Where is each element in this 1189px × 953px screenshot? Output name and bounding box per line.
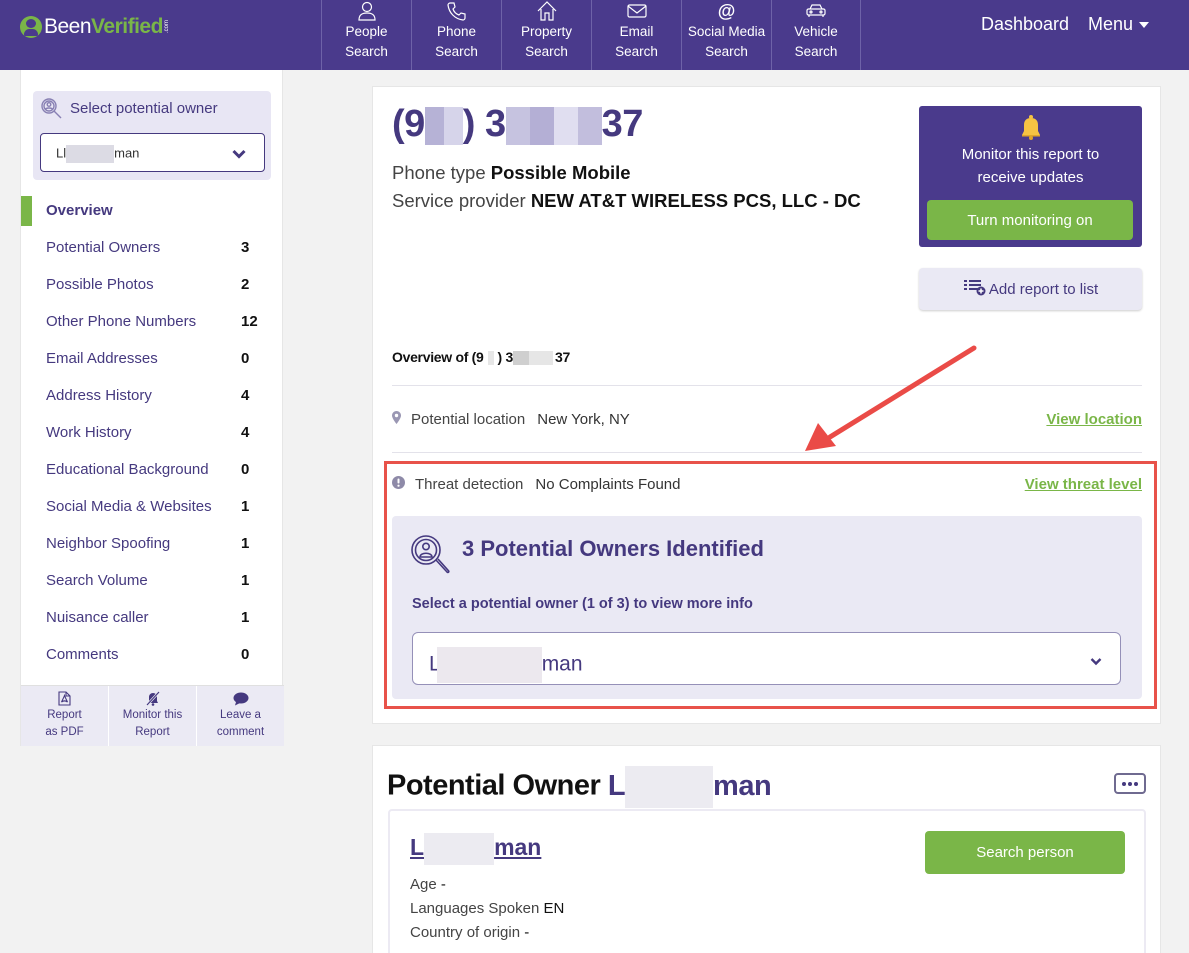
owner-name-link[interactable]: Lman	[410, 833, 541, 865]
sidebar-item-email-addresses[interactable]: Email Addresses 0	[21, 340, 284, 377]
add-report-to-list-button[interactable]: Add report to list	[919, 268, 1142, 310]
threat-detection-row: Threat detection No Complaints Found Vie…	[392, 472, 1142, 496]
sidebar-item-potential-owners[interactable]: Potential Owners 3	[21, 229, 284, 266]
chevron-down-icon	[1090, 653, 1102, 671]
bell-icon	[919, 113, 1142, 143]
at-sign-icon: @	[717, 1, 736, 21]
divider	[392, 452, 1142, 453]
service-provider: Service provider NEW AT&T WIRELESS PCS, …	[392, 190, 861, 211]
nav-social-media-search[interactable]: @ Social Media Search	[681, 0, 771, 70]
sidebar-item-overview[interactable]: Overview	[21, 192, 284, 229]
comment-icon	[197, 690, 284, 707]
report-as-pdf-button[interactable]: Report as PDF	[21, 686, 109, 746]
beenverified-logo[interactable]: Been Verified .com	[20, 14, 170, 40]
leave-comment-button[interactable]: Leave a comment	[197, 686, 284, 746]
redacted-digits-block	[487, 351, 494, 366]
menu-label: Menu	[1088, 14, 1134, 34]
map-pin-icon	[392, 410, 401, 428]
sidebar-item-social-media[interactable]: Social Media & Websites 1	[21, 488, 284, 525]
potential-location-row: Potential location New York, NY View loc…	[392, 407, 1142, 431]
owner-select-title: Select potential owner	[70, 100, 218, 117]
sidebar-item-search-volume[interactable]: Search Volume 1	[21, 562, 284, 599]
report-sidebar: Select potential owner Ll man Overview Po…	[20, 70, 284, 746]
redacted-name-block	[424, 833, 495, 865]
phone-icon	[446, 0, 468, 22]
person-icon	[356, 0, 378, 22]
sidebar-item-neighbor-spoofing[interactable]: Neighbor Spoofing 1	[21, 525, 284, 562]
redacted-digits-block	[512, 351, 553, 366]
ellipsis-dot	[1128, 781, 1132, 786]
redacted-digits-block	[424, 106, 463, 145]
potential-owners-panel: 3 Potential Owners Identified Select a p…	[392, 516, 1142, 699]
search-person-button[interactable]: Search person	[925, 831, 1125, 874]
report-section-list: Overview Potential Owners 3 Possible Phot…	[21, 192, 284, 673]
nav-vehicle-search[interactable]: Vehicle Search	[771, 0, 861, 70]
sidebar-owner-value: Ll man	[56, 145, 139, 163]
sidebar-item-work-history[interactable]: Work History 4	[21, 414, 284, 451]
phone-report-card: (9) 3 37 Phone type Possible Mobile Servi…	[372, 86, 1161, 724]
monitor-report-button[interactable]: Monitor this Report	[109, 686, 197, 746]
dashboard-link[interactable]: Dashboard	[981, 14, 1069, 35]
potential-owner-value: Lman	[429, 647, 583, 683]
ellipsis-dot	[1122, 781, 1126, 786]
sidebar-item-educational-background[interactable]: Educational Background 0	[21, 451, 284, 488]
top-navigation-bar: Been Verified .com People Search Phone S…	[0, 0, 1189, 70]
redacted-name-block	[436, 647, 542, 683]
divider	[392, 385, 1142, 386]
potential-owner-heading: Potential Owner Lman	[387, 766, 772, 808]
more-options-button[interactable]	[1114, 773, 1146, 794]
owner-age: Age -	[410, 876, 446, 893]
redacted-digits-block	[505, 106, 602, 145]
bell-off-icon	[109, 690, 196, 707]
redacted-name-block	[66, 145, 115, 163]
sidebar-item-comments[interactable]: Comments 0	[21, 636, 284, 673]
sidebar-item-other-phone-numbers[interactable]: Other Phone Numbers 12	[21, 303, 284, 340]
sidebar-item-possible-photos[interactable]: Possible Photos 2	[21, 266, 284, 303]
house-icon	[536, 0, 558, 22]
logo-person-icon	[20, 16, 42, 38]
sidebar-item-address-history[interactable]: Address History 4	[21, 377, 284, 414]
nav-people-search[interactable]: People Search	[321, 0, 411, 70]
owner-select-panel: Select potential owner Ll man	[33, 91, 271, 180]
overview-heading: Overview of (9) 3 37	[392, 349, 570, 366]
logo-text-verified: Verified	[91, 15, 163, 38]
potential-owner-dropdown[interactable]: Lman	[412, 632, 1121, 685]
pdf-icon	[21, 690, 108, 707]
nav-property-search[interactable]: Property Search	[501, 0, 591, 70]
monitor-message-line1: Monitor this report to	[961, 146, 1100, 163]
owner-languages: Languages Spoken EN	[410, 900, 565, 917]
monitor-message-line2: receive updates	[977, 169, 1084, 186]
phone-type: Phone type Possible Mobile	[392, 162, 631, 183]
search-type-nav: People Search Phone Search Property Sear…	[321, 0, 861, 70]
envelope-icon	[626, 0, 648, 22]
nav-email-search[interactable]: Email Search	[591, 0, 681, 70]
redacted-name-block	[625, 766, 714, 808]
sidebar-item-nuisance-caller[interactable]: Nuisance caller 1	[21, 599, 284, 636]
sidebar-action-bar: Report as PDF Monitor this Report Leave …	[21, 685, 284, 746]
person-search-icon	[410, 534, 454, 583]
caret-down-icon	[1139, 21, 1150, 28]
sidebar-owner-dropdown[interactable]: Ll man	[40, 133, 265, 172]
owner-detail-card: Lman Search person Age - Languages Spoke…	[388, 809, 1146, 953]
monitoring-promo-panel: Monitor this report to receive updates T…	[919, 106, 1142, 247]
phone-number-title: (9) 3 37	[392, 103, 643, 145]
owner-country: Country of origin -	[410, 924, 530, 941]
view-threat-level-link[interactable]: View threat level	[1025, 476, 1142, 493]
list-add-icon	[963, 278, 987, 300]
person-search-icon	[40, 97, 64, 126]
alert-icon	[392, 475, 405, 493]
potential-owners-subtitle: Select a potential owner (1 of 3) to vie…	[412, 596, 753, 612]
potential-owner-section: Potential Owner Lman Lman Search person …	[372, 745, 1161, 953]
potential-owners-title: 3 Potential Owners Identified	[462, 536, 764, 561]
menu-dropdown[interactable]: Menu	[1088, 14, 1150, 35]
car-icon	[805, 0, 827, 22]
turn-monitoring-on-button[interactable]: Turn monitoring on	[927, 200, 1133, 240]
view-location-link[interactable]: View location	[1046, 411, 1142, 428]
ellipsis-dot	[1134, 781, 1138, 786]
logo-text-com: .com	[163, 20, 170, 34]
chevron-down-icon	[232, 146, 246, 164]
nav-phone-search[interactable]: Phone Search	[411, 0, 501, 70]
logo-text-been: Been	[44, 15, 92, 38]
